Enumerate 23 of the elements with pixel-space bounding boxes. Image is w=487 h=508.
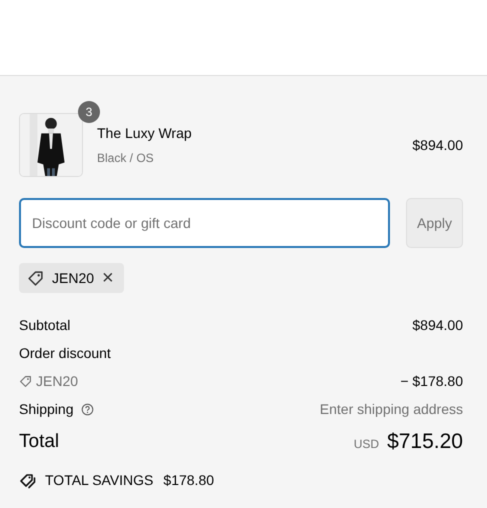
savings-amount: $178.80 [163, 471, 214, 490]
summary-label: Shipping [19, 400, 74, 419]
discount-code: JEN20 [36, 372, 78, 390]
summary-value: − $178.80 [400, 372, 463, 390]
quantity-badge: 3 [78, 101, 100, 123]
product-variant: Black / OS [97, 150, 155, 167]
remove-button[interactable]: × [102, 268, 114, 288]
section-label: Order discount [19, 344, 111, 362]
chip-code: JEN20 [52, 268, 94, 288]
discount-field[interactable]: Discount code or gift card [19, 198, 390, 248]
tags-icon [19, 472, 37, 490]
product-name: The Luxy Wrap [97, 124, 193, 143]
product-price: $894.00 [412, 136, 463, 154]
total-amount: $715.20 [387, 429, 463, 456]
summary-value: Enter shipping address [320, 400, 463, 419]
total-label: Total [19, 430, 60, 454]
summary-label: Subtotal [19, 316, 70, 334]
savings-label: TOTAL SAVINGS [45, 471, 154, 490]
currency-code: USD [354, 436, 380, 454]
tag-icon [19, 374, 32, 388]
summary-value: $894.00 [412, 316, 463, 334]
tag-icon [27, 270, 44, 286]
help-icon[interactable] [80, 402, 94, 416]
